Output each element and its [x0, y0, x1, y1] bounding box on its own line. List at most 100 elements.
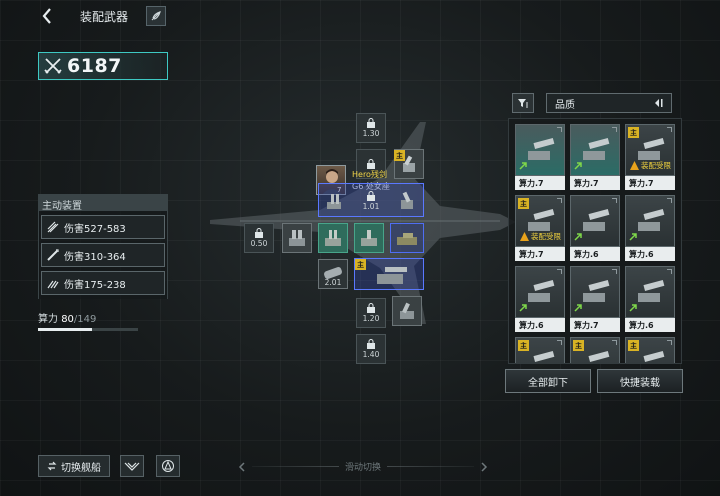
- heavy-turret-icon: [377, 267, 407, 284]
- top-bar: 装配武器: [38, 6, 167, 26]
- master-badge: 主: [628, 127, 639, 138]
- card-compute-label: 算力.6: [515, 318, 565, 332]
- equipment-item[interactable]: 伤害175-238: [41, 271, 165, 295]
- equip-limited-tag: 装配受限: [520, 231, 561, 242]
- lock-icon: [367, 191, 375, 201]
- single-missile-icon: [47, 249, 59, 261]
- slot-cost-label: 1.30: [362, 129, 380, 138]
- active-equipment-title: 主动装置: [38, 194, 168, 212]
- switch-ship-label: 切换舰船: [61, 462, 101, 474]
- equipped-slot[interactable]: [320, 186, 350, 216]
- upgrade-arrow-icon: [629, 304, 637, 312]
- equipment-damage-label: 伤害527-583: [64, 223, 126, 235]
- card-corner-mark: [557, 340, 562, 345]
- inventory-card[interactable]: 主: [625, 337, 675, 363]
- formation-icon: [162, 460, 174, 472]
- card-corner-mark: [557, 127, 562, 132]
- equipped-slot[interactable]: [318, 223, 348, 253]
- slot-cost-label: 1.40: [362, 350, 380, 359]
- inventory-card[interactable]: 算力.6: [625, 266, 675, 334]
- card-corner-mark: [557, 269, 562, 274]
- equipment-damage-label: 伤害310-364: [64, 251, 126, 263]
- inventory-card[interactable]: 主装配受限 算力.7: [625, 124, 675, 192]
- turret-icon: [361, 230, 377, 246]
- card-corner-mark: [612, 340, 617, 345]
- swipe-hint-line: [387, 466, 475, 467]
- formation-button[interactable]: [156, 455, 180, 477]
- locked-slot[interactable]: 1.01: [356, 186, 386, 216]
- switch-ship-button[interactable]: 切换舰船: [38, 455, 110, 477]
- rename-button[interactable]: [146, 6, 167, 26]
- upgrade-arrow-icon: [574, 233, 582, 241]
- active-equipment-panel: 主动装置 伤害527-583 伤害310-364 伤害175-238: [38, 194, 168, 299]
- unequip-all-label: 全部卸下: [528, 377, 568, 389]
- active-equipment-list: 伤害527-583 伤害310-364 伤害175-238: [38, 211, 168, 299]
- inventory-card[interactable]: 算力.6: [515, 266, 565, 334]
- card-compute-label: 算力.7: [570, 176, 620, 190]
- compute-progress-fill: [38, 328, 92, 331]
- card-compute-label: 算力.6: [625, 247, 675, 261]
- chevron-right-icon: [481, 461, 488, 472]
- master-badge: 主: [518, 198, 529, 209]
- multi-missile-icon: [47, 221, 59, 233]
- equipment-item[interactable]: 伤害310-364: [41, 243, 165, 267]
- slot-cost-label: 1.20: [362, 314, 380, 323]
- weapon-image: [625, 266, 675, 318]
- inventory-card[interactable]: 主装配受限算力.7: [515, 195, 565, 263]
- filter-button[interactable]: [512, 93, 534, 113]
- lock-icon: [255, 228, 263, 238]
- master-badge: 主: [573, 340, 584, 351]
- upgrade-arrow-icon: [519, 304, 527, 312]
- inventory-card[interactable]: 算力.7: [570, 124, 620, 192]
- weapon-image: 主装配受限: [625, 124, 675, 176]
- compute-max: /149: [73, 314, 97, 325]
- compute-capacity: 算力 80/149: [38, 310, 168, 331]
- master-badge: 主: [628, 340, 639, 351]
- weapon-icon: [583, 208, 610, 231]
- equipped-slot[interactable]: 2.01: [318, 259, 348, 289]
- inventory-card[interactable]: 算力.6: [625, 195, 675, 263]
- inventory-card[interactable]: 算力.7: [570, 266, 620, 334]
- swipe-hint-label: 滑动切换: [345, 463, 382, 473]
- weapon-icon: [528, 137, 555, 160]
- inventory-card[interactable]: 主: [570, 337, 620, 363]
- equipped-slot[interactable]: [392, 186, 422, 216]
- equipped-slot[interactable]: [282, 223, 312, 253]
- weapon-image: [515, 266, 565, 318]
- cannon-icon: [327, 194, 341, 209]
- turret-icon: [289, 230, 305, 246]
- equipped-slot[interactable]: [390, 223, 424, 253]
- quick-equip-button[interactable]: 快捷装载: [597, 369, 683, 393]
- quality-sort-select[interactable]: 品质: [546, 93, 672, 113]
- card-compute-label: 算力.7: [515, 247, 565, 261]
- weapon-icon: [638, 208, 665, 231]
- lock-icon: [367, 159, 375, 169]
- card-corner-mark: [557, 198, 562, 203]
- master-badge: 主: [355, 259, 366, 270]
- equipment-item[interactable]: 伤害527-583: [41, 215, 165, 239]
- combat-power-value: 6187: [67, 55, 122, 77]
- locked-slot[interactable]: 1.40: [356, 334, 386, 364]
- locked-slot[interactable]: 0.50: [244, 223, 274, 253]
- lock-icon: [367, 118, 375, 128]
- inventory-card[interactable]: 主: [515, 337, 565, 363]
- back-button[interactable]: [38, 6, 56, 26]
- locked-slot[interactable]: 1.30: [356, 113, 386, 143]
- chevron-left-icon: [42, 8, 51, 24]
- inventory-card[interactable]: 算力.6: [570, 195, 620, 263]
- wing-button[interactable]: [120, 455, 144, 477]
- card-compute-label: 算力.7: [515, 176, 565, 190]
- locked-slot[interactable]: 1.20: [356, 298, 386, 328]
- card-corner-mark: [667, 198, 672, 203]
- wing-emblem-icon: [124, 462, 140, 471]
- inventory-card[interactable]: 算力.7: [515, 124, 565, 192]
- crossed-swords-icon: [44, 58, 62, 74]
- card-compute-label: 算力.6: [625, 318, 675, 332]
- equipped-slot[interactable]: [354, 223, 384, 253]
- weapon-image: [570, 124, 620, 176]
- card-corner-mark: [667, 269, 672, 274]
- swipe-hint: 滑动切换: [238, 460, 488, 473]
- equipped-slot[interactable]: [392, 296, 422, 326]
- card-corner-mark: [612, 127, 617, 132]
- unequip-all-button[interactable]: 全部卸下: [505, 369, 591, 393]
